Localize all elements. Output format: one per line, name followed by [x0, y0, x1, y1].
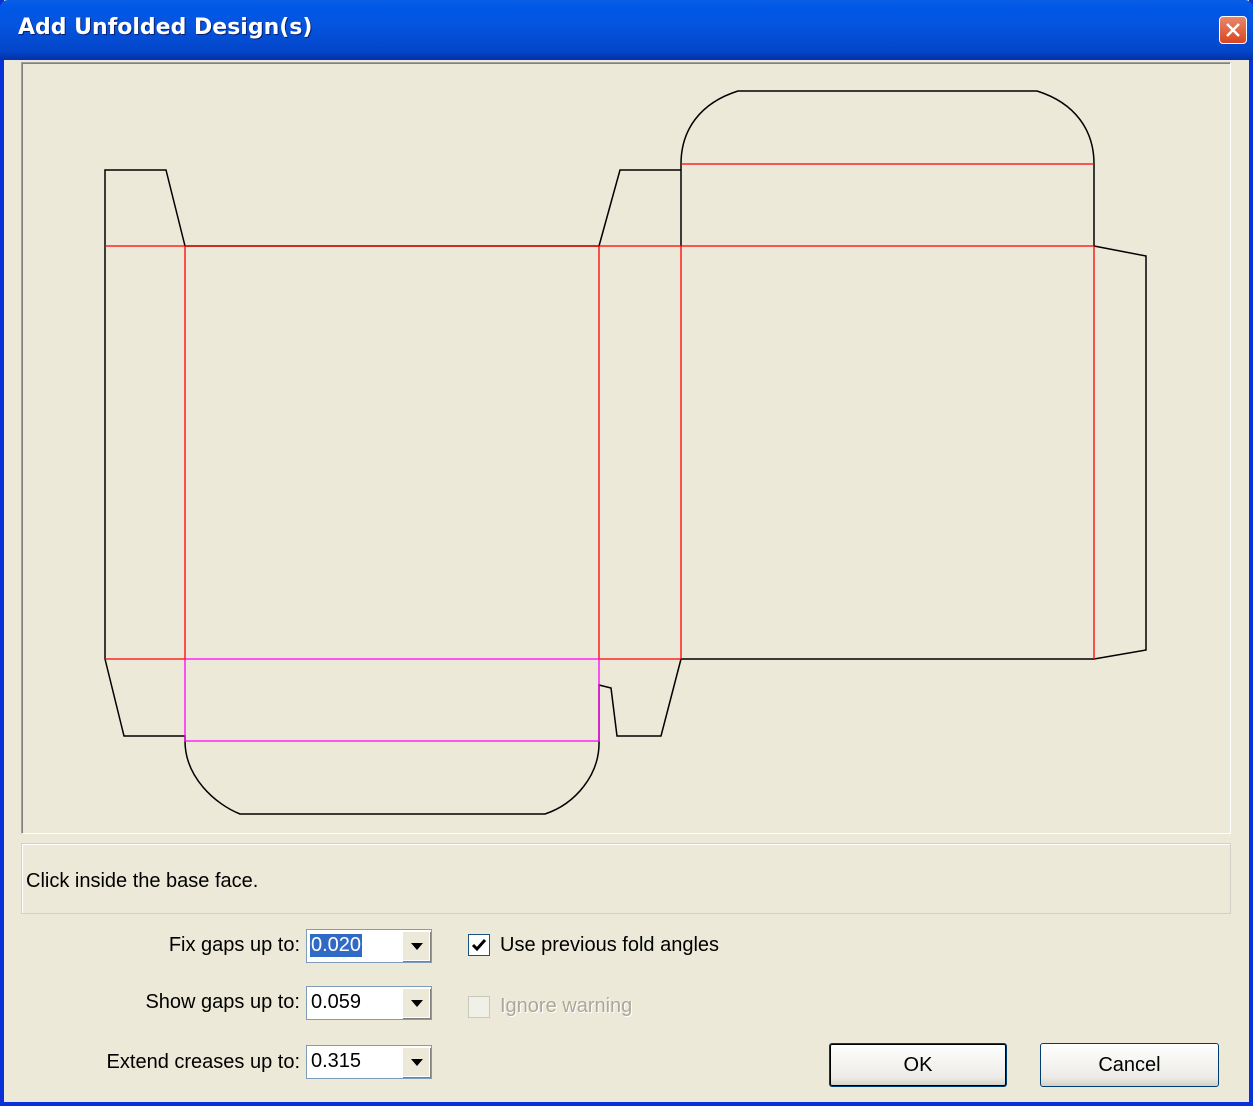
show-gaps-label: Show gaps up to:: [145, 991, 300, 1013]
bottom-flap-cut: [184, 740, 600, 815]
fix-gaps-value[interactable]: 0.020: [310, 934, 363, 957]
use-previous-fold-angles-label[interactable]: Use previous fold angles: [500, 934, 719, 957]
selected-crease: [184, 658, 600, 742]
unfolded-box-drawing[interactable]: [22, 63, 1230, 833]
show-gaps-dropdown-button[interactable]: [402, 988, 430, 1018]
top-dust-flap-cut: [598, 169, 681, 247]
extend-creases-value[interactable]: 0.315: [310, 1050, 362, 1073]
title-bar[interactable]: Add Unfolded Design(s): [0, 0, 1253, 60]
chevron-down-icon: [411, 1059, 423, 1066]
checkmark-icon: [471, 939, 487, 952]
bottom-left-tab-cut: [104, 658, 186, 741]
ok-button[interactable]: OK: [829, 1043, 1007, 1087]
dialog-title: Add Unfolded Design(s): [18, 15, 313, 40]
status-message: Click inside the base face.: [26, 870, 259, 892]
top-flap-cut: [680, 90, 1095, 165]
fix-gaps-label: Fix gaps up to:: [168, 934, 300, 956]
fix-gaps-dropdown-button[interactable]: [402, 931, 430, 961]
extend-creases-label: Extend creases up to:: [106, 1051, 300, 1073]
right-glue-tab-cut: [1093, 245, 1147, 660]
extend-creases-dropdown-button[interactable]: [402, 1047, 430, 1077]
ignore-warning-checkbox[interactable]: [468, 996, 490, 1018]
chevron-down-icon: [411, 943, 423, 950]
status-box: Click inside the base face.: [21, 843, 1231, 914]
use-previous-fold-angles-checkbox[interactable]: [468, 934, 490, 956]
cancel-button[interactable]: Cancel: [1040, 1043, 1219, 1087]
fix-gaps-combobox[interactable]: 0.020: [306, 929, 432, 963]
show-gaps-value[interactable]: 0.059: [310, 991, 362, 1014]
chevron-down-icon: [411, 1000, 423, 1007]
bottom-notch-cut: [598, 658, 682, 741]
show-gaps-combobox[interactable]: 0.059: [306, 986, 432, 1020]
extend-creases-combobox[interactable]: 0.315: [306, 1045, 432, 1079]
close-icon: [1226, 23, 1240, 37]
close-button[interactable]: [1219, 16, 1247, 44]
left-tab-cut: [104, 169, 186, 247]
design-preview-canvas[interactable]: [21, 62, 1231, 834]
ignore-warning-label: Ignore warning: [500, 995, 633, 1017]
